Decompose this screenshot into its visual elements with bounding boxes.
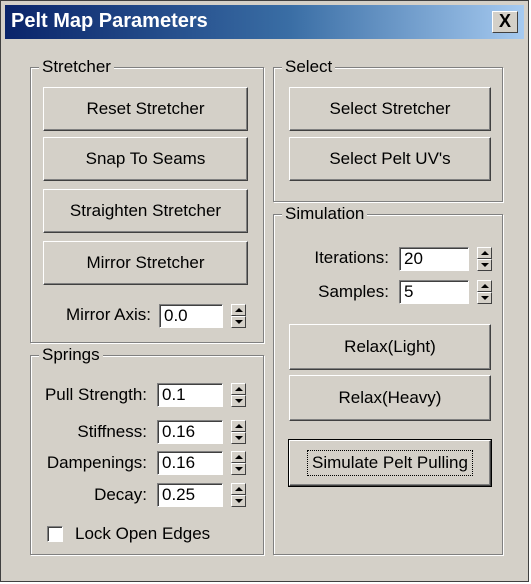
spinner-down-icon[interactable] (231, 463, 246, 475)
select-pelt-uvs-button[interactable]: Select Pelt UV's (289, 137, 491, 181)
title-bar[interactable]: Pelt Map Parameters X (5, 5, 524, 39)
spinner-down-icon[interactable] (231, 316, 246, 328)
dampenings-label: Dampenings: (46, 453, 147, 472)
simulation-legend: Simulation (282, 204, 368, 224)
samples-spinner[interactable] (477, 280, 492, 304)
samples-input[interactable]: 5 (399, 280, 469, 304)
select-stretcher-button[interactable]: Select Stretcher (289, 87, 491, 131)
stiffness-input[interactable]: 0.16 (157, 420, 223, 444)
close-button[interactable]: X (492, 11, 518, 33)
spinner-up-icon[interactable] (477, 280, 492, 292)
straighten-stretcher-button[interactable]: Straighten Stretcher (43, 189, 248, 233)
stiffness-spinner[interactable] (231, 420, 246, 444)
pull-strength-label: Pull Strength: (44, 385, 147, 404)
simulate-pelt-pulling-label: Simulate Pelt Pulling (307, 450, 473, 476)
spinner-down-icon[interactable] (231, 495, 246, 507)
decay-spinner[interactable] (231, 483, 246, 507)
mirror-axis-input[interactable]: 0.0 (159, 304, 223, 328)
snap-to-seams-button[interactable]: Snap To Seams (43, 137, 248, 181)
dampenings-spinner[interactable] (231, 451, 246, 475)
iterations-label: Iterations: (314, 248, 389, 267)
iterations-input[interactable]: 20 (399, 247, 469, 271)
simulate-pelt-pulling-button[interactable]: Simulate Pelt Pulling (288, 439, 492, 487)
stretcher-legend: Stretcher (39, 57, 114, 77)
pull-strength-input[interactable]: 0.1 (157, 383, 223, 407)
window-title: Pelt Map Parameters (11, 10, 208, 32)
spinner-down-icon[interactable] (477, 259, 492, 271)
spinner-down-icon[interactable] (477, 292, 492, 304)
mirror-axis-label: Mirror Axis: (66, 305, 151, 324)
iterations-spinner[interactable] (477, 247, 492, 271)
decay-label: Decay: (94, 485, 147, 504)
lock-open-edges-checkbox[interactable] (47, 526, 63, 542)
relax-heavy-button[interactable]: Relax(Heavy) (289, 375, 491, 421)
select-legend: Select (282, 57, 336, 77)
reset-stretcher-button[interactable]: Reset Stretcher (43, 87, 248, 131)
pelt-map-dialog: Pelt Map Parameters X Stretcher Reset St… (0, 0, 529, 582)
close-icon: X (498, 11, 511, 31)
spinner-up-icon[interactable] (231, 304, 246, 316)
spinner-up-icon[interactable] (231, 383, 246, 395)
springs-legend: Springs (39, 345, 103, 365)
dampenings-input[interactable]: 0.16 (157, 451, 223, 475)
decay-input[interactable]: 0.25 (157, 483, 223, 507)
spinner-up-icon[interactable] (477, 247, 492, 259)
spinner-up-icon[interactable] (231, 420, 246, 432)
spinner-down-icon[interactable] (231, 432, 246, 444)
spinner-down-icon[interactable] (231, 395, 246, 407)
stiffness-label: Stiffness: (77, 422, 147, 441)
spinner-up-icon[interactable] (231, 451, 246, 463)
relax-light-button[interactable]: Relax(Light) (289, 324, 491, 370)
lock-open-edges-label[interactable]: Lock Open Edges (75, 524, 210, 544)
pull-strength-spinner[interactable] (231, 383, 246, 407)
samples-label: Samples: (318, 282, 389, 301)
spinner-up-icon[interactable] (231, 483, 246, 495)
mirror-stretcher-button[interactable]: Mirror Stretcher (43, 241, 248, 285)
mirror-axis-spinner[interactable] (231, 304, 246, 328)
